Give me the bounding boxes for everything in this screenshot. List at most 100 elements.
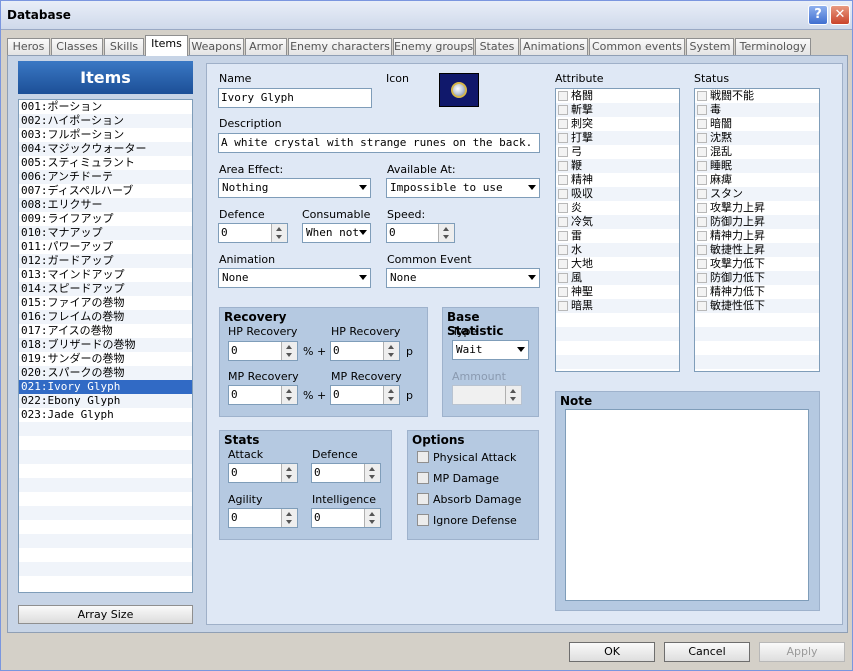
attribute-item[interactable]: 暗黒: [556, 299, 679, 313]
status-item[interactable]: 暗闇: [695, 117, 819, 131]
status-item[interactable]: 沈黙: [695, 131, 819, 145]
speed-spinner[interactable]: 0: [386, 223, 455, 243]
tab-armor[interactable]: Armor: [245, 38, 287, 56]
spinner-buttons[interactable]: [281, 342, 297, 360]
status-item[interactable]: 防御力上昇: [695, 215, 819, 229]
attribute-item[interactable]: 風: [556, 271, 679, 285]
checkbox[interactable]: [558, 175, 568, 185]
intelligence-spinner[interactable]: 0: [311, 508, 381, 528]
checkbox[interactable]: [697, 203, 707, 213]
checkbox[interactable]: [697, 301, 707, 311]
tab-system[interactable]: System: [686, 38, 734, 56]
checkbox[interactable]: [697, 189, 707, 199]
status-item[interactable]: 睡眠: [695, 159, 819, 173]
absorb-damage-checkbox[interactable]: Absorb Damage: [417, 493, 521, 506]
status-item[interactable]: 麻痺: [695, 173, 819, 187]
status-item[interactable]: スタン: [695, 187, 819, 201]
checkbox[interactable]: [697, 91, 707, 101]
checkbox[interactable]: [697, 161, 707, 171]
checkbox[interactable]: [697, 273, 707, 283]
list-item[interactable]: 018:ブリザードの巻物: [19, 338, 192, 352]
tab-enemy-characters[interactable]: Enemy characters: [288, 38, 392, 56]
list-item[interactable]: 023:Jade Glyph: [19, 408, 192, 422]
checkbox[interactable]: [697, 133, 707, 143]
available-at-select[interactable]: Impossible to use: [386, 178, 540, 198]
attribute-item[interactable]: 斬撃: [556, 103, 679, 117]
mp-recovery-spinner[interactable]: 0: [330, 385, 400, 405]
list-item[interactable]: 002:ハイポーション: [19, 114, 192, 128]
ignore-defense-checkbox[interactable]: Ignore Defense: [417, 514, 517, 527]
attribute-item[interactable]: 格闘: [556, 89, 679, 103]
checkbox[interactable]: [558, 133, 568, 143]
checkbox[interactable]: [697, 245, 707, 255]
list-item[interactable]: 016:フレイムの巻物: [19, 310, 192, 324]
attribute-list[interactable]: 格闘 斬撃 刺突 打撃弓鞭精神 吸収炎冷気雷水大地風神聖 暗黒: [555, 88, 680, 372]
list-item[interactable]: 007:ディスペルハーブ: [19, 184, 192, 198]
mp-recovery-percent-spinner[interactable]: 0: [228, 385, 298, 405]
checkbox[interactable]: [558, 105, 568, 115]
common-event-select[interactable]: None: [386, 268, 540, 288]
help-button[interactable]: ?: [808, 5, 828, 25]
checkbox[interactable]: [558, 189, 568, 199]
spinner-buttons[interactable]: [281, 386, 297, 404]
checkbox[interactable]: [558, 217, 568, 227]
checkbox[interactable]: [558, 203, 568, 213]
checkbox[interactable]: [558, 287, 568, 297]
attribute-item[interactable]: 吸収: [556, 187, 679, 201]
status-item[interactable]: 戦闘不能: [695, 89, 819, 103]
list-item[interactable]: 001:ポーション: [19, 100, 192, 114]
attack-spinner[interactable]: 0: [228, 463, 298, 483]
spinner-buttons[interactable]: [383, 386, 399, 404]
checkbox[interactable]: [558, 259, 568, 269]
list-item[interactable]: 015:ファイアの巻物: [19, 296, 192, 310]
tab-weapons[interactable]: Weapons: [189, 38, 244, 56]
list-item[interactable]: 005:スティミュラント: [19, 156, 192, 170]
list-item[interactable]: 022:Ebony Glyph: [19, 394, 192, 408]
attribute-item[interactable]: 刺突: [556, 117, 679, 131]
tab-common-events[interactable]: Common events: [589, 38, 685, 56]
list-item[interactable]: 019:サンダーの巻物: [19, 352, 192, 366]
checkbox[interactable]: [697, 231, 707, 241]
spinner-buttons[interactable]: [281, 464, 297, 482]
name-field[interactable]: Ivory Glyph: [218, 88, 372, 108]
apply-button[interactable]: Apply: [759, 642, 845, 662]
status-item[interactable]: 精神力低下: [695, 285, 819, 299]
note-textarea[interactable]: [565, 409, 809, 601]
list-item[interactable]: 011:パワーアップ: [19, 240, 192, 254]
list-item[interactable]: 014:スピードアップ: [19, 282, 192, 296]
checkbox[interactable]: [558, 91, 568, 101]
stats-defence-spinner[interactable]: 0: [311, 463, 381, 483]
spinner-buttons[interactable]: [364, 509, 380, 527]
checkbox[interactable]: [558, 273, 568, 283]
tab-classes[interactable]: Classes: [51, 38, 103, 56]
list-item[interactable]: 017:アイスの巻物: [19, 324, 192, 338]
checkbox[interactable]: [558, 119, 568, 129]
tab-heros[interactable]: Heros: [7, 38, 50, 56]
checkbox[interactable]: [558, 245, 568, 255]
list-item[interactable]: 003:フルポーション: [19, 128, 192, 142]
checkbox[interactable]: [558, 231, 568, 241]
cancel-button[interactable]: Cancel: [664, 642, 750, 662]
status-item[interactable]: 混乱: [695, 145, 819, 159]
checkbox[interactable]: [558, 147, 568, 157]
checkbox[interactable]: [697, 287, 707, 297]
array-size-button[interactable]: Array Size: [18, 605, 193, 624]
list-item[interactable]: 020:スパークの巻物: [19, 366, 192, 380]
attribute-item[interactable]: 水: [556, 243, 679, 257]
list-item[interactable]: 010:マナアップ: [19, 226, 192, 240]
status-item[interactable]: 敏捷性上昇: [695, 243, 819, 257]
status-item[interactable]: 攻撃力低下: [695, 257, 819, 271]
close-button[interactable]: ✕: [830, 5, 850, 25]
tab-skills[interactable]: Skills: [104, 38, 144, 56]
spinner-buttons[interactable]: [271, 224, 287, 242]
tab-enemy-groups[interactable]: Enemy groups: [393, 38, 474, 56]
attribute-item[interactable]: 雷: [556, 229, 679, 243]
list-item[interactable]: 006:アンチドーテ: [19, 170, 192, 184]
attribute-item[interactable]: 弓: [556, 145, 679, 159]
attribute-item[interactable]: 冷気: [556, 215, 679, 229]
physical-attack-checkbox[interactable]: Physical Attack: [417, 451, 516, 464]
agility-spinner[interactable]: 0: [228, 508, 298, 528]
list-item[interactable]: 012:ガードアップ: [19, 254, 192, 268]
attribute-item[interactable]: 炎: [556, 201, 679, 215]
tab-items[interactable]: Items: [145, 35, 188, 56]
